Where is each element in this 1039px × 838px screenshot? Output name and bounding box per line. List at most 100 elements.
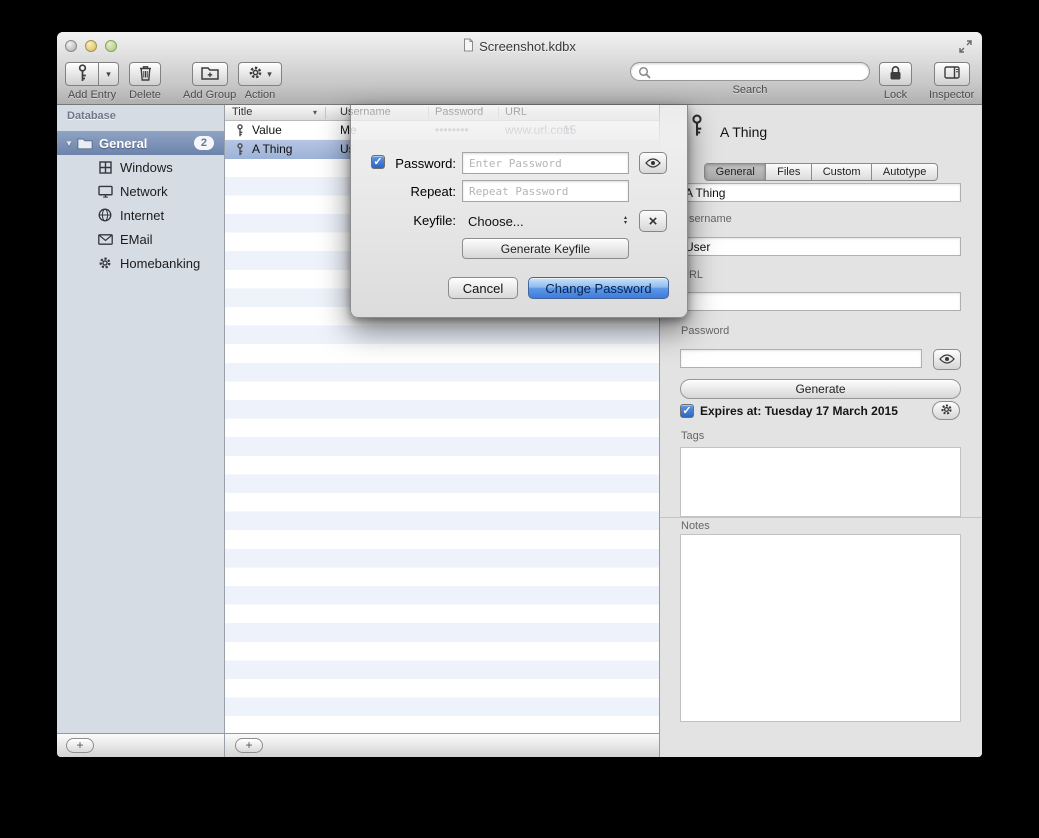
chevron-down-icon: ▾ bbox=[106, 70, 111, 79]
add-group-footer-button[interactable]: + bbox=[66, 738, 94, 753]
sidebar-group-label: General bbox=[99, 136, 147, 151]
inspector-entry-title: A Thing bbox=[720, 124, 767, 140]
add-entry-footer-button[interactable]: + bbox=[235, 738, 263, 753]
window-title: Screenshot.kdbx bbox=[479, 39, 576, 54]
add-group-label: Add Group bbox=[183, 89, 236, 101]
sidebar-item-homebanking[interactable]: Homebanking bbox=[57, 251, 224, 275]
add-entry-label: Add Entry bbox=[68, 89, 116, 101]
inspector-panel-icon bbox=[944, 66, 960, 82]
entry-count-badge: 2 bbox=[194, 136, 214, 150]
lock-item: Lock bbox=[879, 62, 912, 101]
sidebar-item-internet[interactable]: Internet bbox=[57, 203, 224, 227]
key-icon bbox=[77, 64, 88, 85]
sidebar-item-windows[interactable]: Windows bbox=[57, 155, 224, 179]
expires-checkbox[interactable]: ✓ bbox=[680, 404, 694, 418]
windows-icon bbox=[97, 161, 113, 174]
stepper-icon: ▴ ▾ bbox=[624, 216, 627, 226]
action-label: Action bbox=[245, 89, 276, 101]
change-password-button[interactable]: Change Password bbox=[528, 277, 669, 299]
column-header-title[interactable]: Title bbox=[232, 106, 252, 118]
key-icon bbox=[236, 143, 244, 156]
tags-field[interactable] bbox=[680, 447, 961, 517]
password-field[interactable] bbox=[680, 349, 922, 368]
notes-label: Notes bbox=[681, 520, 710, 532]
entry-list-footer: + bbox=[225, 733, 660, 757]
expires-label: Expires at: Tuesday 17 March 2015 bbox=[700, 404, 898, 418]
key-icon bbox=[236, 124, 244, 137]
sheet-password-label: Password: bbox=[351, 156, 456, 171]
sidebar-footer: + bbox=[57, 733, 225, 757]
lock-button[interactable] bbox=[879, 62, 912, 86]
stepper-down-icon: ▾ bbox=[624, 221, 627, 226]
eye-icon bbox=[939, 352, 955, 367]
add-entry-dropdown-button[interactable]: ▾ bbox=[99, 62, 119, 86]
username-label: Username bbox=[681, 213, 732, 225]
sidebar-item-label: Windows bbox=[120, 160, 173, 175]
window-chrome: Screenshot.kdbx ▾ Add E bbox=[57, 32, 982, 105]
username-field[interactable] bbox=[680, 237, 961, 256]
inspector-item: Inspector bbox=[929, 62, 974, 101]
sidebar-item-label: Internet bbox=[120, 208, 164, 223]
url-field[interactable] bbox=[680, 292, 961, 311]
sheet-password-input[interactable] bbox=[462, 152, 629, 174]
action-item: ▾ Action bbox=[238, 62, 282, 101]
search-label: Search bbox=[733, 84, 768, 96]
tags-label: Tags bbox=[681, 430, 704, 442]
sort-arrow-icon: ▾ bbox=[313, 108, 317, 117]
sidebar-header: Database bbox=[67, 110, 116, 122]
gear-icon bbox=[248, 65, 263, 83]
delete-item: Delete bbox=[129, 62, 161, 101]
inspector-panel: A Thing General Files Custom Autotype Us… bbox=[660, 105, 982, 757]
add-entry-button[interactable] bbox=[65, 62, 99, 86]
window-title-bar: Screenshot.kdbx bbox=[57, 38, 982, 55]
sidebar-item-network[interactable]: Network bbox=[57, 179, 224, 203]
keyfile-popup[interactable]: Choose... ▴ ▾ bbox=[462, 210, 629, 232]
disclosure-triangle-icon[interactable]: ▼ bbox=[65, 139, 77, 148]
notes-field[interactable] bbox=[680, 534, 961, 722]
sheet-reveal-password-button[interactable] bbox=[639, 152, 667, 174]
inspector-label: Inspector bbox=[929, 89, 974, 101]
lock-icon bbox=[889, 65, 902, 84]
expires-row: ✓ Expires at: Tuesday 17 March 2015 bbox=[680, 404, 898, 418]
lock-label: Lock bbox=[884, 89, 907, 101]
sidebar-item-label: Network bbox=[120, 184, 168, 199]
sheet-repeat-label: Repeat: bbox=[351, 184, 456, 199]
inspector-divider bbox=[660, 517, 982, 518]
envelope-icon bbox=[97, 234, 113, 245]
homebanking-icon bbox=[97, 256, 113, 270]
sheet-repeat-input[interactable] bbox=[462, 180, 629, 202]
folder-plus-icon bbox=[201, 66, 219, 83]
inspector-button[interactable] bbox=[934, 62, 970, 86]
keyfile-popup-value: Choose... bbox=[468, 214, 524, 229]
add-entry-item: ▾ Add Entry bbox=[65, 62, 119, 101]
search-icon bbox=[638, 66, 651, 79]
tab-custom[interactable]: Custom bbox=[812, 164, 872, 180]
sheet-keyfile-label: Keyfile: bbox=[351, 213, 456, 228]
search-input[interactable] bbox=[653, 64, 863, 79]
tab-autotype[interactable]: Autotype bbox=[872, 164, 937, 180]
add-group-item: Add Group bbox=[183, 62, 236, 101]
sidebar-item-label: EMail bbox=[120, 232, 153, 247]
tab-general[interactable]: General bbox=[705, 164, 766, 180]
delete-label: Delete bbox=[129, 89, 161, 101]
add-group-button[interactable] bbox=[192, 62, 228, 86]
cancel-button[interactable]: Cancel bbox=[448, 277, 518, 299]
fullscreen-icon[interactable] bbox=[959, 40, 973, 54]
clear-keyfile-button[interactable]: × bbox=[639, 210, 667, 232]
group-sidebar: Database ▼ General 2 Windows Network bbox=[57, 105, 225, 733]
reveal-password-button[interactable] bbox=[933, 349, 961, 370]
title-field[interactable] bbox=[680, 183, 961, 202]
delete-button[interactable] bbox=[129, 62, 161, 86]
app-window: Screenshot.kdbx ▾ Add E bbox=[57, 32, 982, 757]
tab-files[interactable]: Files bbox=[766, 164, 812, 180]
generate-password-button[interactable]: Generate bbox=[680, 379, 961, 399]
action-button[interactable]: ▾ bbox=[238, 62, 282, 86]
generate-keyfile-button[interactable]: Generate Keyfile bbox=[462, 238, 629, 259]
sidebar-group-general[interactable]: ▼ General 2 bbox=[57, 131, 224, 155]
eye-icon bbox=[645, 156, 661, 171]
sidebar-item-email[interactable]: EMail bbox=[57, 227, 224, 251]
document-icon bbox=[463, 38, 474, 55]
password-label: Password bbox=[681, 325, 729, 337]
expires-settings-button[interactable] bbox=[932, 401, 960, 420]
column-divider[interactable] bbox=[325, 107, 326, 119]
